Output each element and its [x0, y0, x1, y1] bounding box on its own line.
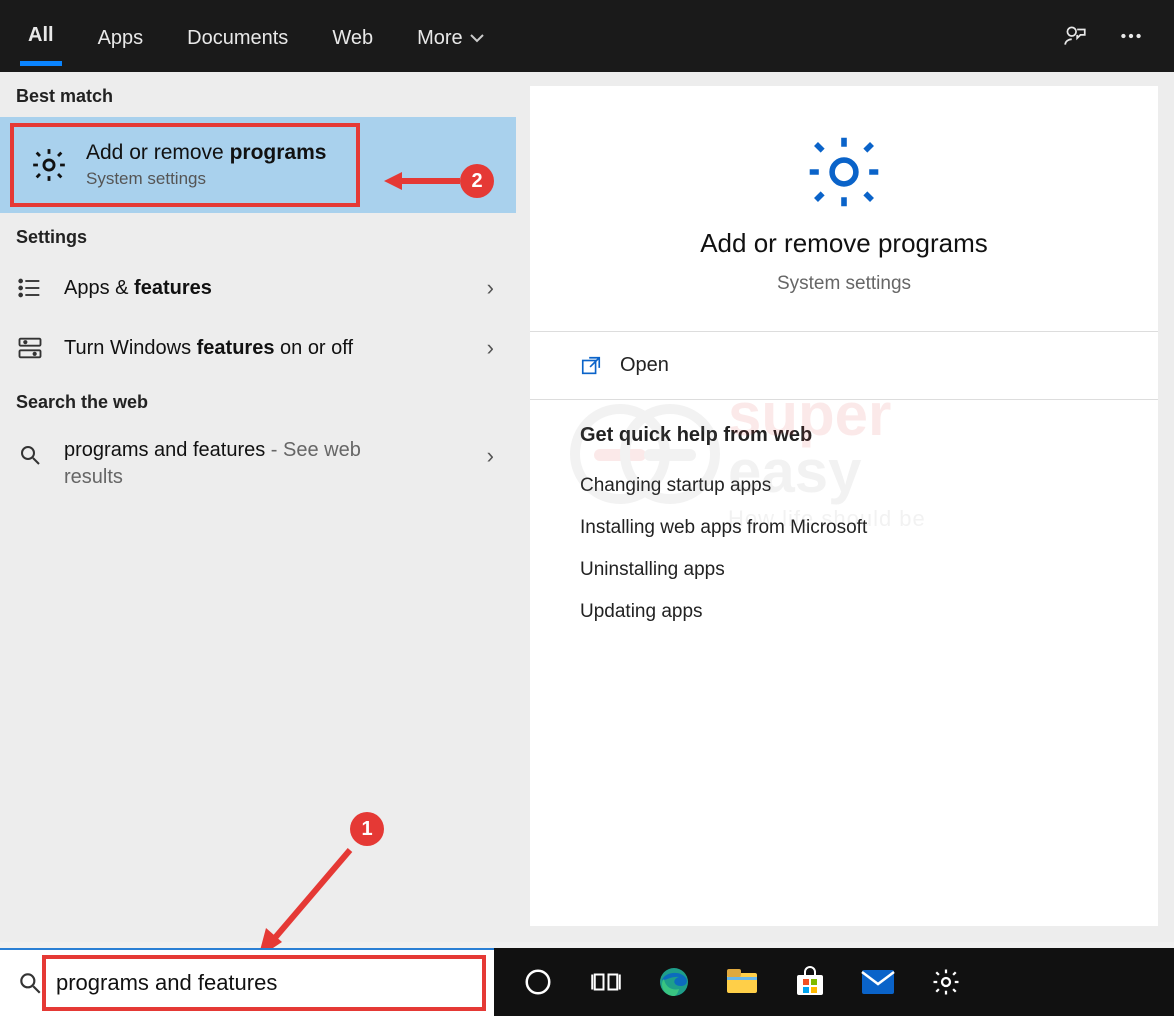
web-row-label: programs and features - See web results	[64, 437, 424, 491]
filter-tab-more[interactable]: More	[409, 9, 493, 64]
filter-tab-web[interactable]: Web	[324, 9, 381, 64]
filter-tab-all[interactable]: All	[20, 6, 62, 66]
settings-gear-icon[interactable]	[926, 962, 966, 1002]
detail-header: Add or remove programs System settings	[530, 116, 1158, 332]
top-right-icons	[1062, 23, 1154, 49]
best-match-background: Add or remove programs System settings	[0, 117, 516, 213]
chevron-down-icon	[469, 30, 485, 46]
feedback-icon[interactable]	[1062, 23, 1088, 49]
bottom-bar	[0, 948, 1174, 1016]
gear-icon	[30, 146, 68, 184]
search-filter-bar: All Apps Documents Web More	[0, 0, 1174, 72]
gear-icon	[802, 130, 886, 214]
search-icon[interactable]	[10, 963, 50, 1003]
results-pane: Best match Add or remove programs System…	[0, 72, 516, 942]
search-box-area	[0, 948, 494, 1016]
detail-actions: Open	[530, 332, 1158, 400]
section-settings: Settings	[0, 213, 516, 258]
search-box-highlight	[42, 955, 486, 1011]
more-options-icon[interactable]	[1118, 23, 1144, 49]
settings-row-label: Turn Windows features on or off	[64, 337, 353, 360]
help-link[interactable]: Uninstalling apps	[580, 549, 1158, 591]
annotation-arrow-1	[250, 842, 360, 962]
settings-row-label: Apps & features	[64, 277, 212, 300]
task-view-icon[interactable]	[586, 962, 626, 1002]
list-icon	[14, 272, 46, 304]
detail-pane: super easy How life should be Add or rem…	[530, 86, 1158, 926]
detail-title: Add or remove programs	[700, 228, 988, 259]
search-input[interactable]	[52, 964, 476, 1002]
edge-icon[interactable]	[654, 962, 694, 1002]
section-search-web: Search the web	[0, 378, 516, 423]
filter-more-label: More	[417, 27, 463, 50]
file-explorer-icon[interactable]	[722, 962, 762, 1002]
best-match-result[interactable]: Add or remove programs System settings	[10, 123, 360, 207]
main-area: Best match Add or remove programs System…	[0, 72, 1174, 942]
settings-row-windows-features[interactable]: Turn Windows features on or off ›	[0, 318, 516, 378]
search-icon	[14, 439, 46, 471]
cortana-icon[interactable]	[518, 962, 558, 1002]
quick-help: Get quick help from web Changing startup…	[530, 400, 1158, 633]
annotation-badge-1: 1	[350, 812, 384, 846]
mail-icon[interactable]	[858, 962, 898, 1002]
web-search-row[interactable]: programs and features - See web results …	[0, 423, 516, 505]
feature-toggle-icon	[14, 332, 46, 364]
help-link[interactable]: Installing web apps from Microsoft	[580, 507, 1158, 549]
quick-help-title: Get quick help from web	[580, 424, 1158, 447]
filter-tabs: All Apps Documents Web More	[20, 6, 493, 66]
open-icon	[580, 355, 602, 377]
filter-tab-documents[interactable]: Documents	[179, 9, 296, 64]
open-action[interactable]: Open	[580, 354, 1158, 377]
settings-row-apps-features[interactable]: Apps & features ›	[0, 258, 516, 318]
chevron-right-icon: ›	[487, 443, 494, 469]
section-best-match: Best match	[0, 72, 516, 117]
filter-tab-apps[interactable]: Apps	[90, 9, 152, 64]
chevron-right-icon: ›	[487, 275, 494, 301]
microsoft-store-icon[interactable]	[790, 962, 830, 1002]
detail-subtitle: System settings	[777, 273, 911, 295]
taskbar	[494, 948, 1174, 1016]
help-link[interactable]: Updating apps	[580, 591, 1158, 633]
best-match-title: Add or remove programs	[86, 141, 326, 165]
best-match-subtitle: System settings	[86, 169, 326, 189]
open-label: Open	[620, 354, 669, 377]
help-link[interactable]: Changing startup apps	[580, 465, 1158, 507]
chevron-right-icon: ›	[487, 335, 494, 361]
